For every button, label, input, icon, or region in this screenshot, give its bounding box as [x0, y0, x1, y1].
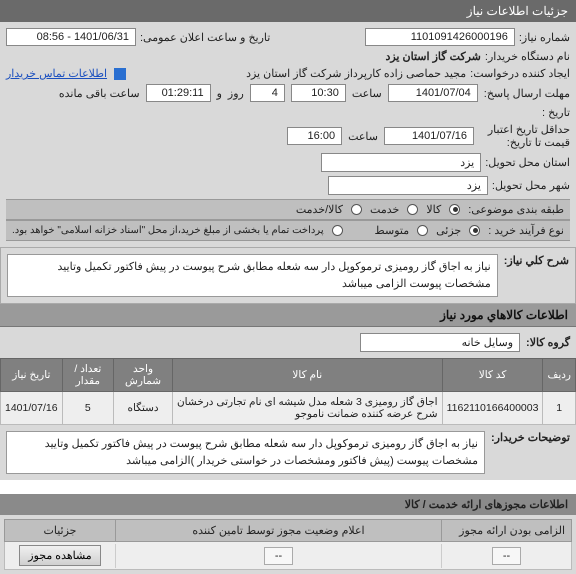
desc-label: شرح کلي نیاز:: [498, 254, 569, 297]
permit-status-label: اعلام وضعیت مجوز توسط تامین کننده: [115, 520, 441, 541]
table-row: 1 1162110166400003 اجاق گاز رومیزی 3 شعل…: [1, 392, 576, 425]
header-title: جزئیات اطلاعات نیاز: [467, 4, 568, 18]
permit-required-value: --: [492, 547, 521, 565]
cell-date: 1401/07/16: [1, 392, 63, 425]
group-value: وسایل خانه: [360, 333, 520, 352]
send-deadline-label: مهلت ارسال پاسخ:: [484, 87, 570, 100]
time-label-1: ساعت: [352, 87, 382, 100]
creator-label: ایجاد کننده درخواست:: [470, 67, 570, 80]
contact-link[interactable]: اطلاعات تماس خریدار: [6, 67, 107, 80]
opt-goods-service: کالا/خدمت: [296, 203, 343, 216]
radio-paynote[interactable]: [332, 225, 343, 236]
buyer-note-text: نیاز به اجاق گاز رومیزی ترموکوپل دار سه …: [6, 431, 485, 474]
cell-idx: 1: [543, 392, 576, 425]
min-valid-time: 16:00: [287, 127, 342, 145]
opt-partial: جزئی: [436, 224, 461, 237]
deliver-city-value: یزد: [328, 176, 488, 195]
history-label: تاریخ :: [542, 106, 570, 119]
th-qty: تعداد / مقدار: [62, 359, 114, 392]
creator-value: مجید حماصی زاده کارپرداز شرکت گاز استان …: [246, 67, 466, 80]
radio-goods[interactable]: [449, 204, 460, 215]
send-deadline-time: 10:30: [291, 84, 346, 102]
permit-details-label: جزئیات: [5, 520, 115, 541]
announce-value: 1401/06/31 - 08:56: [6, 28, 136, 46]
send-deadline-date: 1401/07/04: [388, 84, 478, 102]
contact-icon: [114, 68, 126, 80]
goods-section-title: اطلاعات کالاهاي مورد نیاز: [0, 304, 576, 327]
pay-note: پرداخت تمام یا بخشی از مبلغ خرید،از محل …: [12, 225, 324, 236]
radio-goods-service[interactable]: [351, 204, 362, 215]
opt-service: خدمت: [370, 203, 399, 216]
purchase-type-label: نوع فرآیند خرید :: [488, 224, 564, 237]
group-label: گروه کالا:: [526, 336, 570, 349]
announce-label: تاریخ و ساعت اعلان عمومی:: [140, 31, 270, 44]
and-label: و: [217, 87, 222, 100]
radio-medium[interactable]: [417, 225, 428, 236]
buyer-note-label: توضیحات خریدار:: [485, 431, 570, 474]
remain-label: ساعت باقی مانده: [59, 87, 140, 100]
cell-name: اجاق گاز رومیزی 3 شعله مدل شیشه ای نام ت…: [172, 392, 442, 425]
view-permit-button[interactable]: مشاهده مجوز: [19, 545, 100, 566]
opt-medium: متوسط: [375, 224, 410, 237]
buyer-org-value: شرکت گاز استان یزد: [385, 50, 480, 63]
need-no-value: 1101091426000196: [365, 28, 515, 46]
min-valid-date: 1401/07/16: [384, 127, 474, 145]
th-idx: ردیف: [543, 359, 576, 392]
permit-status-value: --: [264, 547, 293, 565]
deliver-city-label: شهر محل تحویل:: [492, 179, 570, 192]
need-no-label: شماره نیاز:: [519, 31, 570, 44]
deliver-loc-value: یزد: [321, 153, 481, 172]
buyer-org-label: نام دستگاه خریدار:: [485, 50, 570, 63]
th-code: کد کالا: [442, 359, 543, 392]
deliver-loc-label: استان محل تحویل:: [485, 156, 570, 169]
main-header: جزئیات اطلاعات نیاز: [0, 0, 576, 22]
radio-service[interactable]: [407, 204, 418, 215]
remain-time: 01:29:11: [146, 84, 211, 102]
footer-title: اطلاعات مجوزهای ارائه خدمت / کالا: [0, 494, 576, 515]
day-label: روز: [228, 87, 244, 100]
cell-qty: 5: [62, 392, 114, 425]
desc-text: نیاز به اجاق گاز رومیزی ترموکوپل دار سه …: [7, 254, 498, 297]
th-unit: واحد شمارش: [114, 359, 173, 392]
cell-code: 1162110166400003: [442, 392, 543, 425]
cell-unit: دستگاه: [114, 392, 173, 425]
th-date: تاریخ نیاز: [1, 359, 63, 392]
items-table: ردیف کد کالا نام کالا واحد شمارش تعداد /…: [0, 358, 576, 425]
radio-partial[interactable]: [469, 225, 480, 236]
min-valid-label: حداقل تاریخ اعتبار قیمت تا تاریخ:: [480, 123, 570, 149]
days-value: 4: [250, 84, 285, 102]
opt-goods: کالا: [426, 203, 441, 216]
time-label-2: ساعت: [348, 130, 378, 143]
th-name: نام کالا: [172, 359, 442, 392]
permit-required-label: الزامی بودن ارائه مجوز: [441, 520, 571, 541]
cat-label: طبقه بندی موضوعی:: [468, 203, 564, 216]
